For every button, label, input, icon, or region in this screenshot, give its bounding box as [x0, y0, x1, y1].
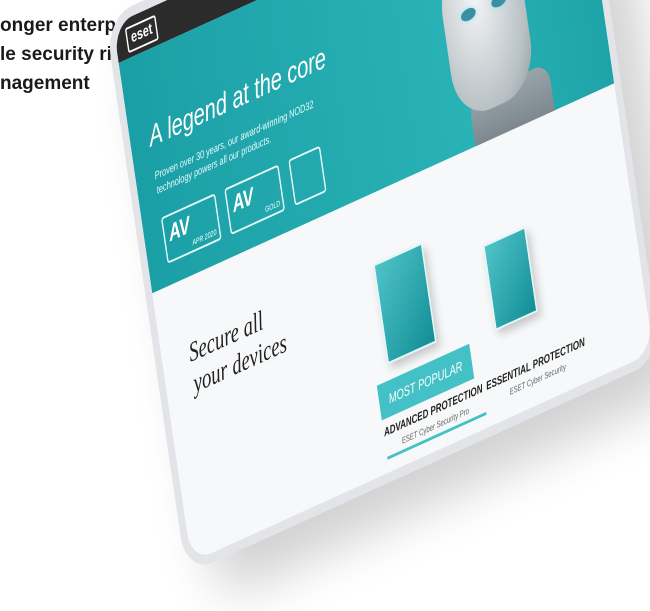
section-title: Secure all your devices [187, 297, 289, 401]
award-badge: AV APR 2020 [160, 193, 222, 264]
product-box-image [373, 242, 437, 365]
badge-sub: GOLD [264, 198, 281, 215]
tablet-screen: eset A legend at the core Proven over 30… [105, 0, 650, 575]
badge-label: AV [230, 182, 256, 219]
badge-sub: APR 2020 [191, 227, 218, 248]
robot-eye [490, 0, 507, 10]
product-box-image [483, 226, 538, 331]
award-badge [288, 145, 327, 207]
badge-label: AV [167, 211, 192, 248]
robot-eye [460, 5, 477, 24]
tablet-mockup: eset A legend at the core Proven over 30… [105, 0, 650, 575]
award-badge: AV GOLD [224, 164, 286, 235]
plan-tab-essential[interactable]: ESSENTIAL PROTECTION ESET Cyber Security [484, 331, 588, 411]
